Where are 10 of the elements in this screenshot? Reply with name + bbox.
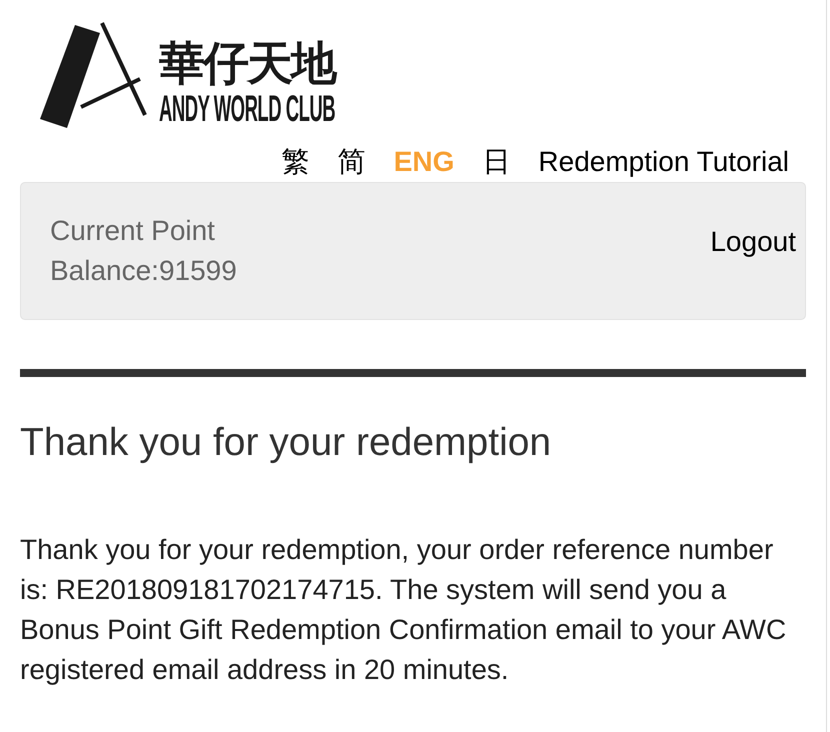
language-link[interactable]: 日 (482, 142, 510, 182)
logout-link[interactable]: Logout (710, 222, 796, 262)
point-balance: Current Point Balance:91599 (50, 214, 238, 288)
language-link[interactable]: 繁 (282, 142, 310, 182)
confirmation-message: Thank you for your redemption, your order reference number is: RE201809181702174715. The system will send you a Bonus Point Gift Redemption Confirmation email to your AWC registered email address in 20 minutes. (20, 533, 788, 687)
logo-english-name: ANDY WORLD CLUB (159, 92, 336, 126)
page-title: Thank you for your redemption (20, 421, 552, 465)
language-link[interactable]: 简 (338, 142, 366, 182)
logo-chinese-name: 華仔天地 (159, 38, 335, 88)
tutorial-link[interactable]: Redemption Tutorial (538, 142, 789, 182)
